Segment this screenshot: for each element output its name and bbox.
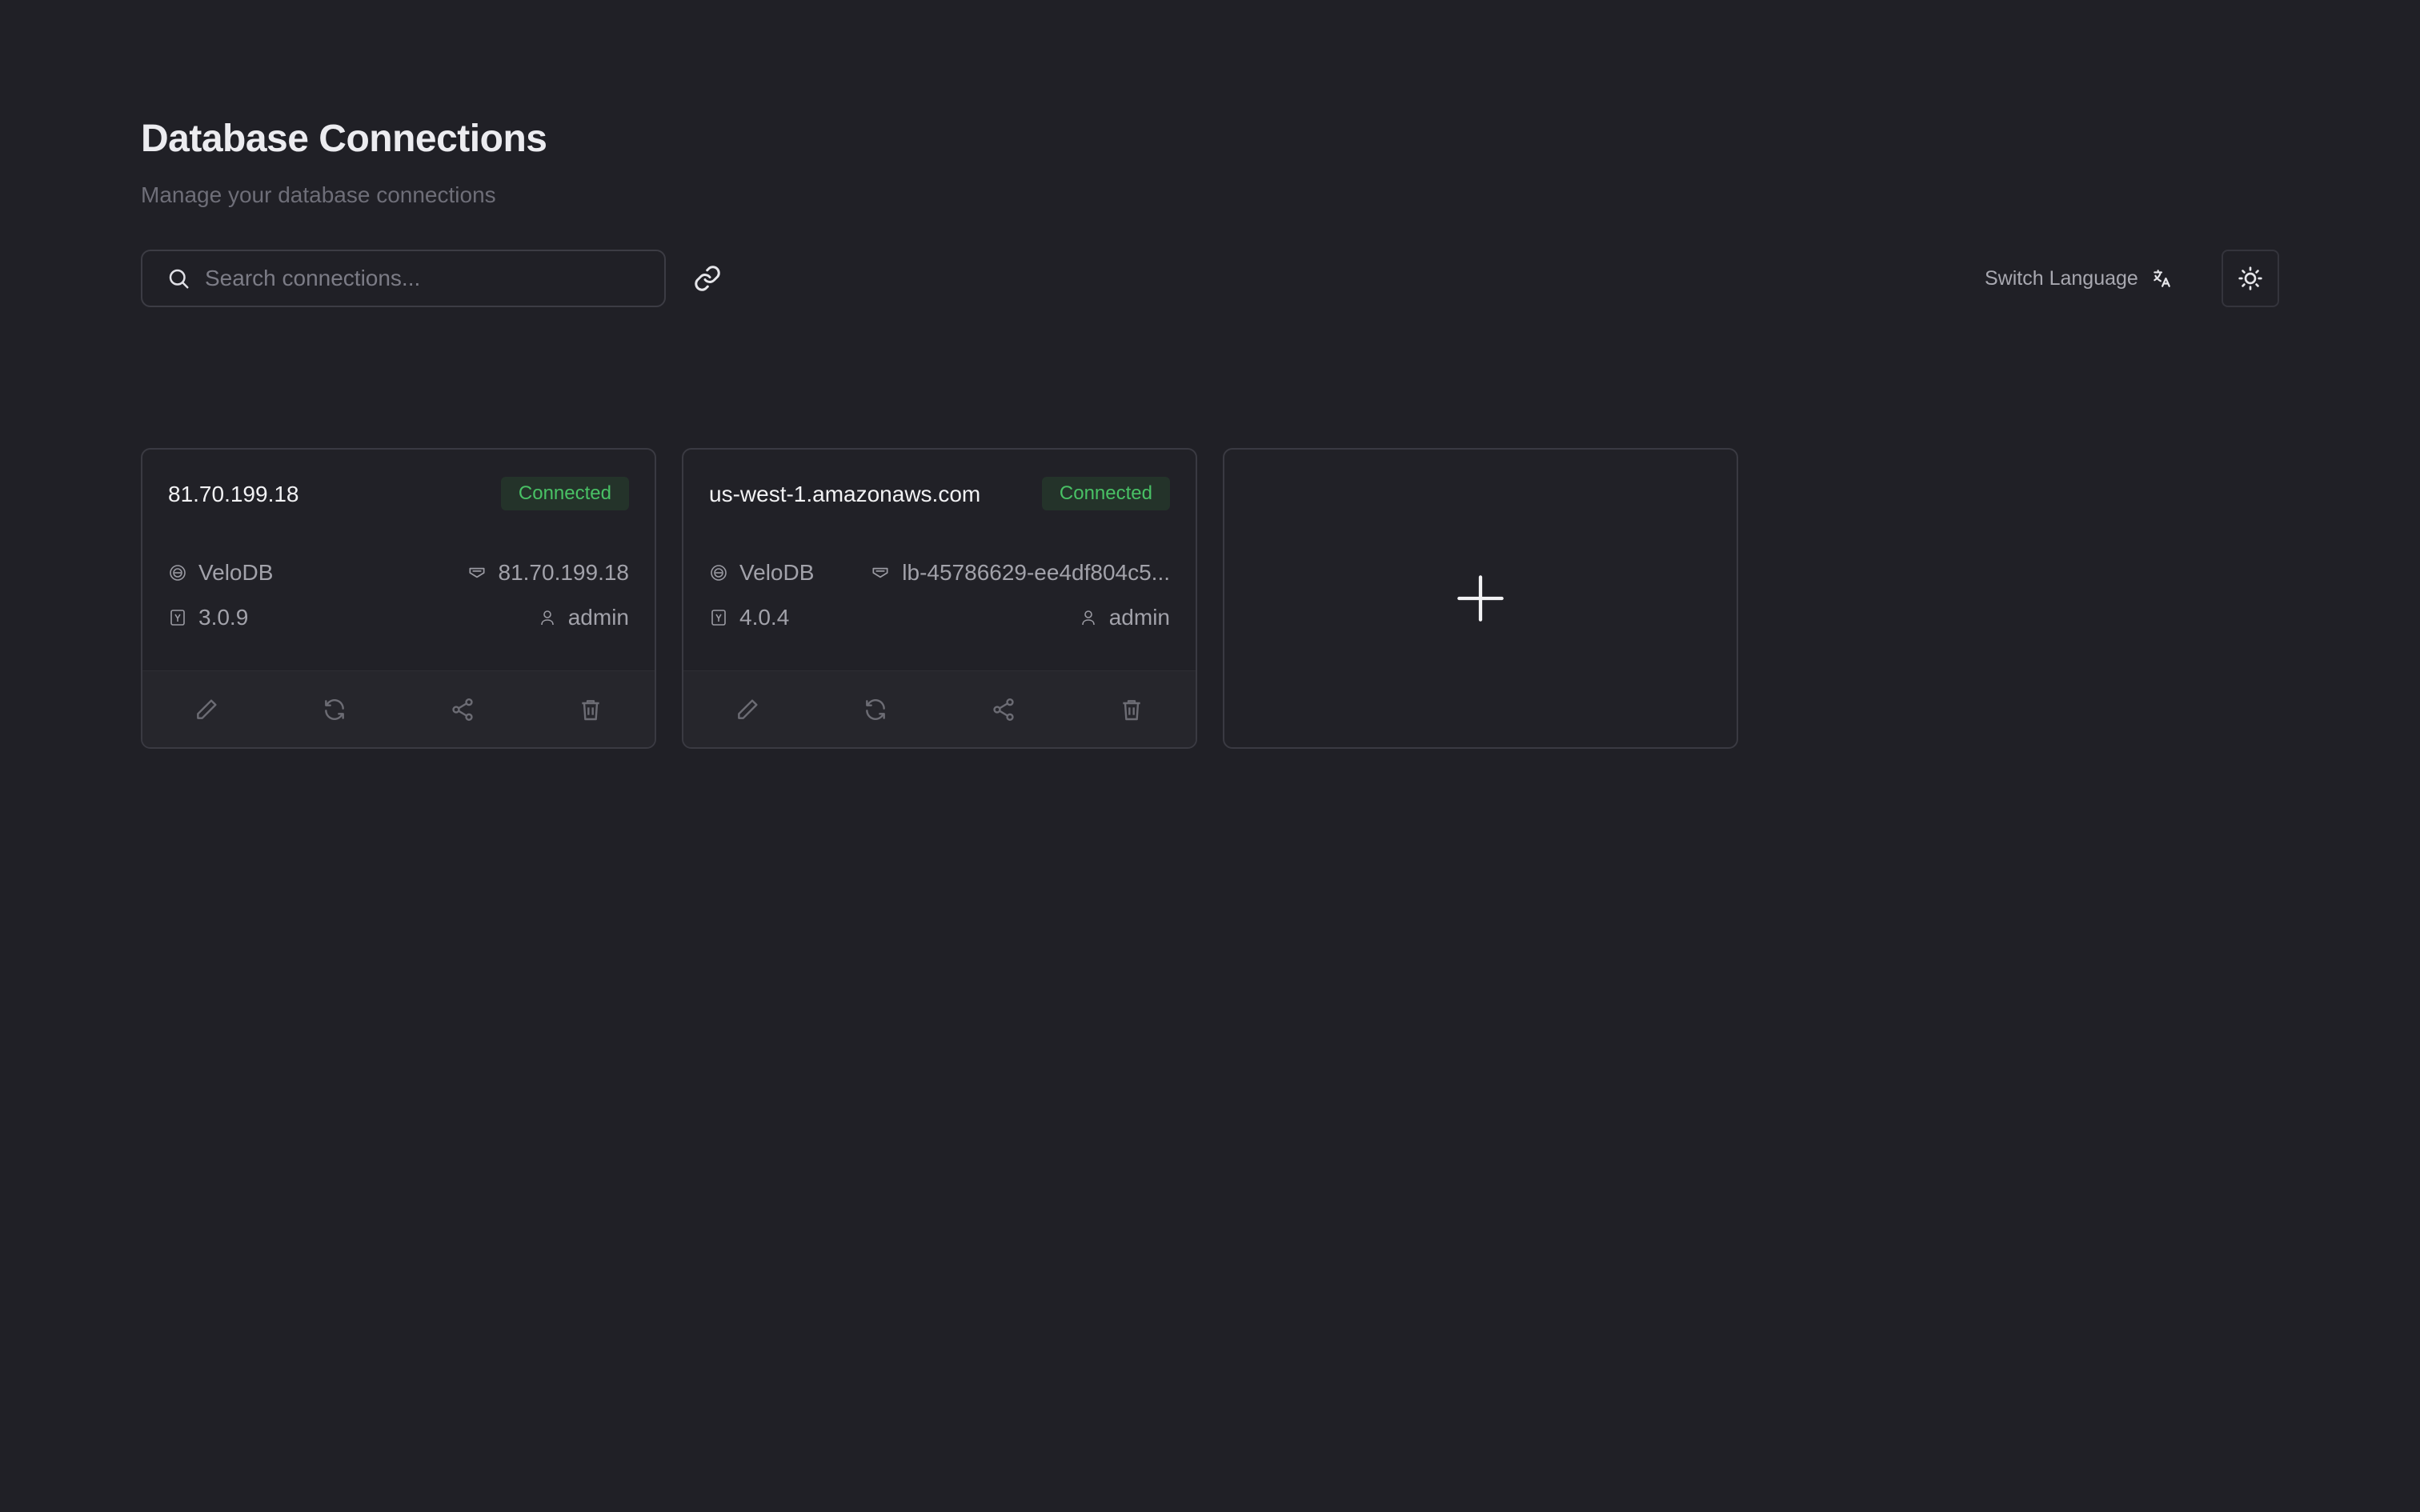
trash-icon [582,699,599,720]
db-type-label: VeloDB [198,560,274,585]
search-box[interactable] [141,250,666,307]
connection-user: admin [1079,605,1170,630]
db-type: VeloDB [168,560,273,586]
delete-button[interactable] [1109,687,1154,732]
edit-button[interactable] [725,687,770,732]
trash-icon [1123,699,1140,720]
switch-language-button[interactable]: Switch Language [1985,254,2194,302]
sun-icon [2238,266,2262,290]
connection-host: 81.70.199.18 [168,482,299,506]
user-icon [540,610,554,626]
refresh-icon [325,698,344,720]
link-icon [695,266,720,291]
database-icon [170,565,186,581]
connection-user-label: admin [567,605,629,630]
connection-user-label: admin [1108,605,1170,630]
switch-language-label: Switch Language [1985,266,2138,290]
search-icon [169,269,189,289]
db-type: VeloDB [709,560,814,586]
connection-card[interactable]: us-west-1.amazonaws.com Connected VeloDB… [682,448,1197,749]
connection-host: us-west-1.amazonaws.com [709,482,981,506]
database-icon [711,565,727,581]
share-button[interactable] [981,687,1026,732]
refresh-icon [866,698,885,720]
card-actions [683,670,1196,747]
share-icon [993,698,1014,721]
share-icon [452,698,473,721]
card-actions [142,670,655,747]
db-type-label: VeloDB [739,560,815,585]
edit-icon [197,698,217,719]
connection-info-row: VeloDB 81.70.199.18 [168,557,629,589]
refresh-button[interactable] [312,687,357,732]
db-version-label: 4.0.4 [739,605,790,630]
db-version-label: 3.0.9 [198,605,249,630]
version-icon [170,610,185,626]
connection-card[interactable]: 81.70.199.18 Connected VeloDB 81.70.199.… [141,448,656,749]
page-subtitle: Manage your database connections [141,182,496,207]
connection-info-row: VeloDB lb-45786629-ee4df804c5... [709,557,1170,589]
search-input[interactable] [205,254,664,302]
edit-button[interactable] [184,687,229,732]
connection-info-row: 4.0.4 admin [709,602,1170,634]
connect-by-url-button[interactable] [690,261,725,296]
page-title: Database Connections [141,118,547,160]
connection-address: lb-45786629-ee4df804c5... [870,560,1170,586]
theme-toggle-button[interactable] [2222,250,2279,307]
add-connection-button[interactable] [1223,448,1738,749]
server-icon [872,567,888,578]
page: Database Connections Manage your databas… [0,0,2420,1512]
db-version: 3.0.9 [168,605,248,630]
edit-icon [738,698,758,719]
connection-user: admin [538,605,629,630]
delete-button[interactable] [568,687,613,732]
connection-address-label: lb-45786629-ee4df804c5... [902,560,1170,585]
refresh-button[interactable] [853,687,898,732]
plus-icon [1457,575,1504,622]
db-version: 4.0.4 [709,605,789,630]
status-badge: Connected [1041,477,1170,510]
connection-address-label: 81.70.199.18 [498,560,630,585]
connection-address: 81.70.199.18 [467,560,630,586]
version-icon [711,610,726,626]
user-icon [1081,610,1095,626]
server-icon [468,567,485,578]
status-badge: Connected [500,477,629,510]
translate-icon [2154,270,2170,287]
share-button[interactable] [440,687,485,732]
connection-info-row: 3.0.9 admin [168,602,629,634]
